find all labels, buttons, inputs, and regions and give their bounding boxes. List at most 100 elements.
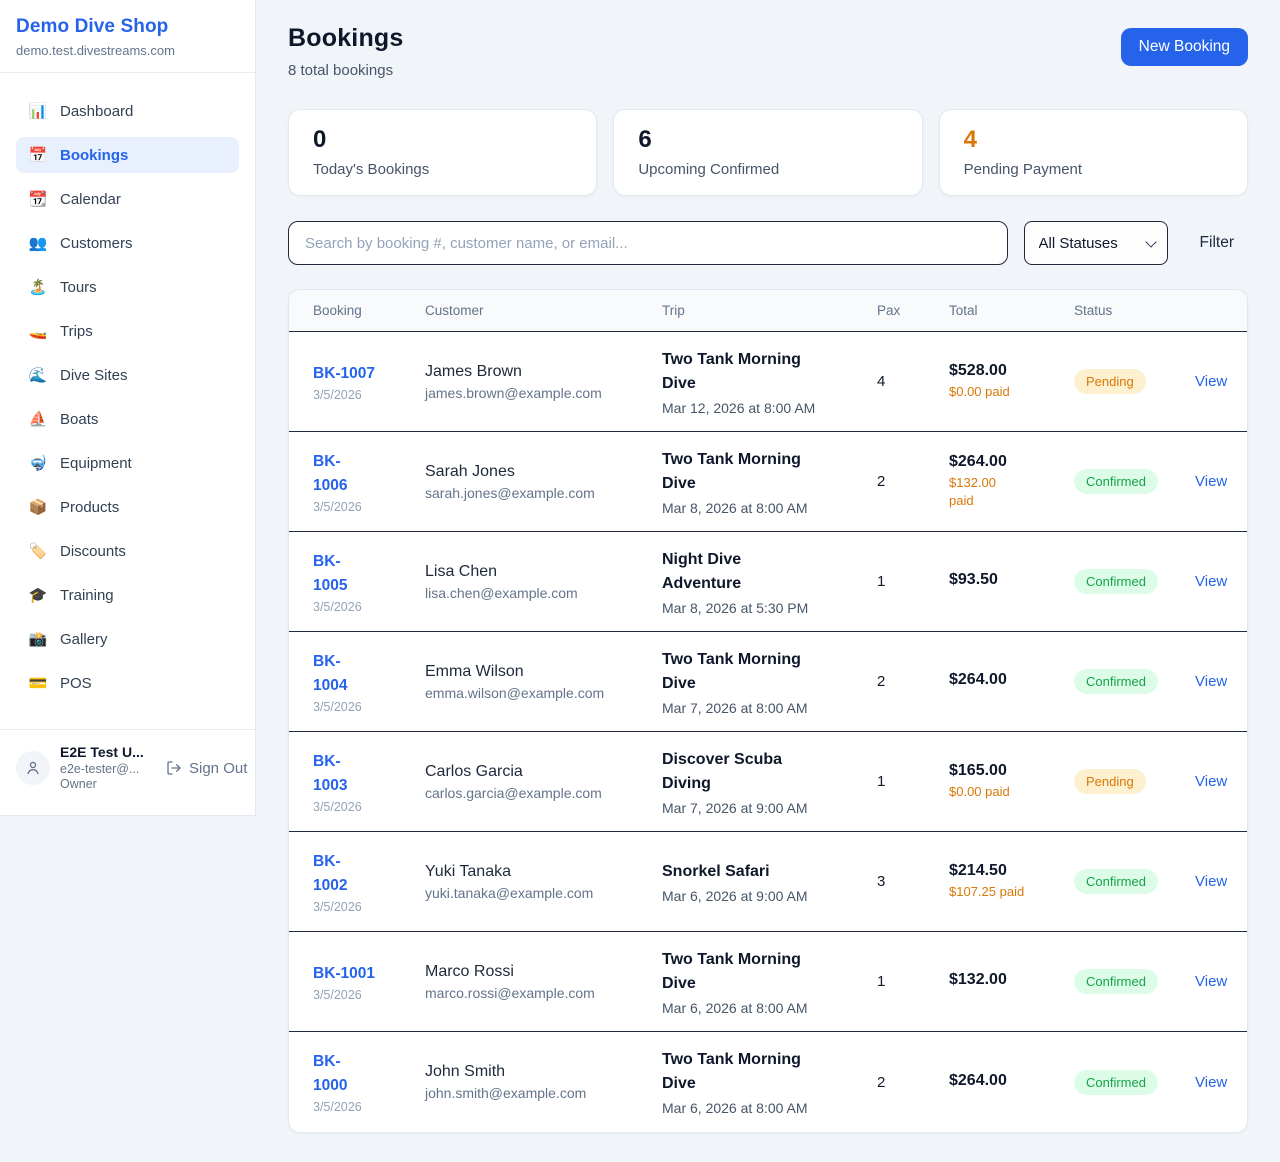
table-row: BK- 1005 3/5/2026 Lisa Chen lisa.chen@ex…	[289, 532, 1247, 632]
sidebar-item-equipment[interactable]: 🤿 Equipment	[16, 445, 239, 481]
stat-card: 0 Today's Bookings	[288, 109, 597, 196]
booking-id-link[interactable]: BK- 1005	[313, 550, 425, 598]
shop-domain: demo.test.divestreams.com	[16, 43, 239, 58]
trip-cell: Two Tank Morning Dive Mar 6, 2026 at 8:0…	[662, 1048, 877, 1116]
sidebar-item-dive-sites[interactable]: 🌊 Dive Sites	[16, 357, 239, 393]
booking-id-link[interactable]: BK- 1002	[313, 850, 425, 898]
status-cell: Confirmed	[1074, 869, 1195, 894]
booking-date: 3/5/2026	[313, 388, 425, 402]
customer-email: james.brown@example.com	[425, 385, 662, 401]
stat-label: Pending Payment	[964, 161, 1223, 178]
customer-email: yuki.tanaka@example.com	[425, 885, 662, 901]
status-badge: Confirmed	[1074, 569, 1158, 594]
trip-name: Two Tank Morning Dive	[662, 1048, 817, 1096]
sidebar-item-bookings[interactable]: 📅 Bookings	[16, 137, 239, 173]
stat-card: 4 Pending Payment	[939, 109, 1248, 196]
paid-amount: $0.00 paid	[949, 383, 1074, 402]
pax-value: 2	[877, 673, 949, 690]
view-link[interactable]: View	[1195, 973, 1225, 990]
sidebar-item-pos[interactable]: 💳 POS	[16, 665, 239, 701]
customer-email: carlos.garcia@example.com	[425, 785, 662, 801]
booking-id-link[interactable]: BK- 1000	[313, 1050, 425, 1098]
pax-value: 1	[877, 773, 949, 790]
status-cell: Confirmed	[1074, 969, 1195, 994]
table-body: BK-1007 3/5/2026 James Brown james.brown…	[289, 332, 1247, 1132]
booking-id-link[interactable]: BK- 1004	[313, 650, 425, 698]
sidebar-item-dashboard[interactable]: 📊 Dashboard	[16, 93, 239, 129]
total-amount: $528.00	[949, 362, 1074, 380]
sidebar-item-calendar[interactable]: 📆 Calendar	[16, 181, 239, 217]
sidebar-item-boats[interactable]: ⛵ Boats	[16, 401, 239, 437]
shop-name: Demo Dive Shop	[16, 16, 239, 38]
booking-id-link[interactable]: BK- 1003	[313, 750, 425, 798]
new-booking-button[interactable]: New Booking	[1121, 28, 1248, 66]
total-amount: $165.00	[949, 762, 1074, 780]
booking-cell: BK- 1000 3/5/2026	[313, 1050, 425, 1114]
sidebar-item-label: Customers	[60, 235, 133, 252]
trip-name: Discover Scuba Diving	[662, 748, 817, 796]
booking-id-link[interactable]: BK- 1006	[313, 450, 425, 498]
sidebar-item-label: Trips	[60, 323, 93, 340]
view-link[interactable]: View	[1195, 673, 1225, 690]
customer-cell: Lisa Chen lisa.chen@example.com	[425, 563, 662, 601]
customer-name: Carlos Garcia	[425, 763, 662, 781]
trip-datetime: Mar 6, 2026 at 9:00 AM	[662, 888, 877, 904]
booking-date: 3/5/2026	[313, 600, 425, 614]
sidebar-item-label: Boats	[60, 411, 98, 428]
trip-datetime: Mar 8, 2026 at 5:30 PM	[662, 600, 877, 616]
total-amount: $93.50	[949, 571, 1074, 589]
trip-cell: Two Tank Morning Dive Mar 6, 2026 at 8:0…	[662, 948, 877, 1016]
status-badge: Confirmed	[1074, 969, 1158, 994]
status-cell: Confirmed	[1074, 469, 1195, 494]
view-link[interactable]: View	[1195, 1074, 1225, 1091]
filter-button[interactable]: Filter	[1184, 234, 1248, 252]
trip-cell: Snorkel Safari Mar 6, 2026 at 9:00 AM	[662, 860, 877, 904]
paid-amount: $107.25 paid	[949, 883, 1074, 902]
customer-name: John Smith	[425, 1063, 662, 1081]
user-name: E2E Test U...	[60, 744, 156, 762]
total-amount: $264.00	[949, 1072, 1074, 1090]
user-email: e2e-tester@...	[60, 762, 156, 778]
view-link[interactable]: View	[1195, 373, 1225, 390]
trip-name: Two Tank Morning Dive	[662, 348, 817, 396]
sidebar-item-training[interactable]: 🎓 Training	[16, 577, 239, 613]
sidebar-item-products[interactable]: 📦 Products	[16, 489, 239, 525]
person-icon	[24, 759, 42, 777]
sidebar-item-tours[interactable]: 🏝️ Tours	[16, 269, 239, 305]
sidebar-item-label: Bookings	[60, 147, 128, 164]
nav-item-icon: 💳	[28, 674, 48, 692]
search-input[interactable]	[288, 221, 1008, 265]
page-subtitle: 8 total bookings	[288, 62, 404, 79]
view-link[interactable]: View	[1195, 473, 1225, 490]
customer-email: lisa.chen@example.com	[425, 585, 662, 601]
trip-cell: Two Tank Morning Dive Mar 7, 2026 at 8:0…	[662, 648, 877, 716]
user-meta: E2E Test U... e2e-tester@... Owner	[60, 744, 156, 793]
col-header-customer: Customer	[425, 303, 662, 318]
customer-name: Sarah Jones	[425, 463, 662, 481]
sidebar-item-customers[interactable]: 👥 Customers	[16, 225, 239, 261]
sidebar-item-gallery[interactable]: 📸 Gallery	[16, 621, 239, 657]
stat-value: 0	[313, 127, 572, 153]
filter-row: All Statuses Filter	[288, 221, 1248, 265]
paid-amount: $132.00 paid	[949, 474, 1074, 512]
view-link[interactable]: View	[1195, 773, 1225, 790]
sidebar-item-label: Tours	[60, 279, 97, 296]
stat-card: 6 Upcoming Confirmed	[613, 109, 922, 196]
stat-label: Today's Bookings	[313, 161, 572, 178]
view-link[interactable]: View	[1195, 873, 1225, 890]
trip-cell: Two Tank Morning Dive Mar 12, 2026 at 8:…	[662, 348, 877, 416]
booking-id-link[interactable]: BK-1007	[313, 362, 425, 386]
booking-cell: BK- 1005 3/5/2026	[313, 550, 425, 614]
sidebar-item-label: Products	[60, 499, 119, 516]
status-select[interactable]: All Statuses	[1024, 221, 1168, 265]
trip-datetime: Mar 6, 2026 at 8:00 AM	[662, 1000, 877, 1016]
status-select-wrap: All Statuses	[1024, 221, 1168, 265]
col-header-pax: Pax	[877, 303, 949, 318]
sidebar-item-trips[interactable]: 🚤 Trips	[16, 313, 239, 349]
booking-id-link[interactable]: BK-1001	[313, 962, 425, 986]
user-section: E2E Test U... e2e-tester@... Owner Sign …	[0, 729, 255, 815]
sidebar-item-discounts[interactable]: 🏷️ Discounts	[16, 533, 239, 569]
view-link[interactable]: View	[1195, 573, 1225, 590]
sign-out-button[interactable]: Sign Out	[166, 760, 247, 777]
status-badge: Confirmed	[1074, 1070, 1158, 1095]
